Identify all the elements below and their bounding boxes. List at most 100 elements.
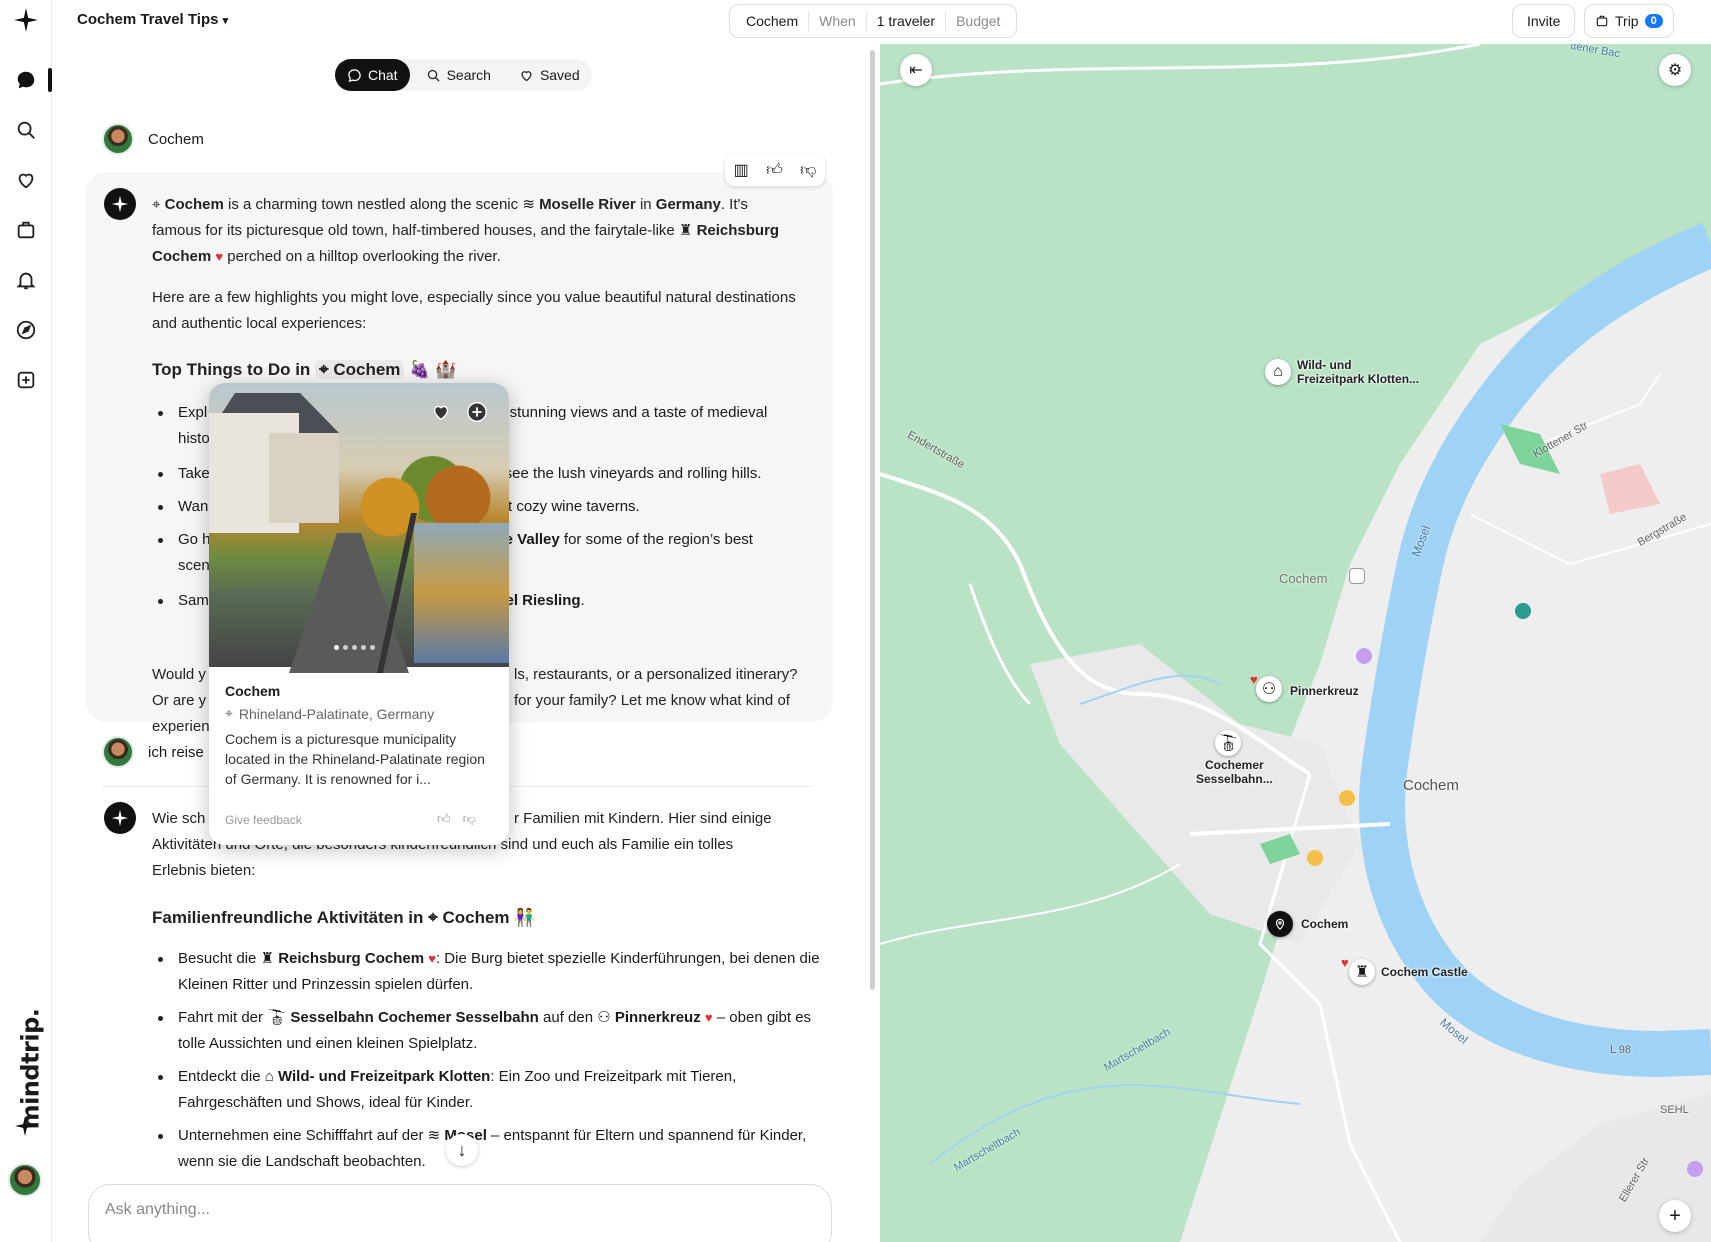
thumbs-up-icon[interactable]: 👍︎ (766, 161, 783, 180)
compass-icon[interactable] (12, 316, 40, 344)
train-station-icon[interactable] (1349, 568, 1365, 584)
trip-button[interactable]: Trip 0 (1584, 4, 1674, 38)
restaurant-poi-icon[interactable] (1307, 850, 1323, 866)
chat-scrollbar[interactable] (870, 50, 875, 990)
heart-icon (521, 70, 532, 81)
map-settings-icon[interactable]: ⚙ (1659, 54, 1691, 86)
heading-text: Familienfreundliche Aktivitäten in (152, 908, 424, 927)
chairlift-icon: 🚡︎ (267, 1009, 291, 1026)
poi-label-pinnerkreuz[interactable]: Pinnerkreuz (1290, 684, 1359, 698)
user-message: ich reise (102, 736, 204, 768)
castle-pin-icon[interactable]: ♜ (1349, 959, 1375, 985)
chairlift-pin-icon[interactable]: 🚡︎ (1215, 730, 1241, 756)
ai-avatar-icon (104, 188, 136, 220)
thumbs-down-icon[interactable]: 👎︎ (800, 161, 816, 180)
ai-paragraph-2: Here are a few highlights you might love… (152, 289, 796, 332)
place-preview-card[interactable]: Cochem ⌖ Rhineland-Palatinate, Germany Co… (209, 383, 509, 845)
filter-budget[interactable]: Budget (946, 11, 1010, 31)
place-link-pinnerkreuz[interactable]: Pinnerkreuz (615, 1009, 701, 1026)
tab-saved-label: Saved (539, 67, 580, 83)
avatar (102, 736, 134, 768)
castle-icon: ♜ (678, 222, 693, 239)
brand-text: mindtrip. (16, 1008, 45, 1130)
photo-carousel-dots[interactable] (334, 645, 375, 650)
trip-filter-bar: Cochem When 1 traveler Budget (729, 4, 1018, 38)
conversation-title[interactable]: Cochem Travel Tips ▾ (77, 11, 228, 28)
heart-icon[interactable] (12, 166, 40, 194)
invite-button[interactable]: Invite (1512, 4, 1576, 38)
filter-travelers[interactable]: 1 traveler (867, 11, 947, 31)
scroll-down-arrow-icon[interactable]: ↓ (446, 1134, 478, 1166)
search-icon[interactable] (12, 116, 40, 144)
give-feedback-label: Give feedback (225, 813, 302, 827)
location-pin-icon[interactable] (1267, 911, 1293, 937)
river-icon: ≋ (522, 196, 535, 213)
poi-label-castle[interactable]: Cochem Castle (1381, 965, 1468, 979)
pin-icon: ⌖ (225, 705, 233, 721)
place-photo[interactable] (209, 383, 509, 673)
text-span: perched on a hilltop overlooking the riv… (223, 248, 501, 265)
place-link-germany[interactable]: Germany (656, 196, 721, 213)
tab-search[interactable]: Search (414, 59, 503, 91)
tab-search-label: Search (446, 67, 491, 83)
popup-feedback-buttons: 👍︎ 👎︎ (437, 811, 476, 827)
zoo-pin-icon[interactable]: ⌂ (1265, 359, 1291, 385)
thumbs-down-icon[interactable]: 👎︎ (463, 811, 476, 827)
place-description: Cochem is a picturesque municipality loc… (225, 731, 485, 787)
add-square-icon[interactable] (12, 366, 40, 394)
tab-saved[interactable]: Saved (507, 59, 592, 91)
place-chip-cochem[interactable]: ⌖ Cochem (315, 360, 405, 379)
river-icon: ≋ (427, 1127, 445, 1144)
poi-label-cochem[interactable]: Cochem (1301, 917, 1348, 931)
district-label: SEHL (1660, 1104, 1689, 1116)
thumbs-up-icon[interactable]: 👍︎ (437, 811, 451, 827)
place-link-reichsburg[interactable]: Reichsburg Cochem (278, 950, 424, 967)
pin-icon: ⌖ (152, 196, 161, 213)
user-avatar[interactable] (8, 1163, 42, 1197)
section-heading-2: Familienfreundliche Aktivitäten in ⌖ Coc… (152, 905, 535, 931)
map-view-icon[interactable]: ▥ (734, 160, 749, 180)
poi-label-wildpark[interactable]: Wild- und Freizeitpark Klotten... (1297, 358, 1419, 386)
place-link-wildpark[interactable]: Wild- und Freizeitpark Klotten (278, 1068, 490, 1085)
zoom-in-icon[interactable]: + (1659, 1200, 1691, 1232)
text-span: in (635, 196, 656, 213)
chat-icon[interactable] (12, 66, 40, 94)
binoculars-pin-icon[interactable]: ⚇ (1256, 676, 1282, 702)
brand-wordmark: mindtrip. (8, 1009, 44, 1137)
bell-icon[interactable] (12, 266, 40, 294)
tab-chat[interactable]: Chat (335, 59, 410, 91)
mindtrip-logo-icon[interactable] (12, 6, 40, 34)
restaurant-poi-icon[interactable] (1339, 790, 1355, 806)
place-link-cochem[interactable]: Cochem (442, 908, 509, 927)
place-chip-label: Cochem (333, 360, 401, 379)
ai-avatar-icon (104, 802, 136, 834)
add-circle-icon[interactable] (465, 400, 489, 424)
suitcase-icon[interactable] (12, 216, 40, 244)
user-message: Cochem (102, 123, 204, 155)
hotel-poi-icon[interactable] (1356, 648, 1372, 664)
poi-label-sesselbahn[interactable]: Cochemer Sesselbahn... (1196, 758, 1273, 786)
save-heart-icon[interactable] (429, 400, 453, 424)
heart-icon: ♥ (704, 1010, 713, 1025)
filter-destination[interactable]: Cochem (736, 11, 810, 31)
chat-composer[interactable]: Ask anything... (88, 1184, 832, 1242)
place-link-moselle[interactable]: Moselle River (539, 196, 636, 213)
list-item: Besucht die ♜ Reichsburg Cochem ♥: Die B… (152, 946, 832, 998)
hotel-poi-icon[interactable] (1687, 1161, 1703, 1177)
avatar (102, 123, 134, 155)
place-link-sesselbahn[interactable]: Sesselbahn Cochemer Sesselbahn (290, 1009, 538, 1026)
map-canvas[interactable] (880, 44, 1711, 1242)
filter-when[interactable]: When (809, 11, 867, 31)
museum-poi-icon[interactable] (1515, 603, 1531, 619)
road-label: L 98 (1610, 1044, 1632, 1056)
place-name: Cochem (225, 683, 281, 699)
composer-placeholder: Ask anything... (105, 1201, 210, 1218)
map-panel[interactable]: ⇤ ⚙ + ⌂ Wild- und Freizeitpark Klotten..… (880, 44, 1711, 1242)
chat-bubble-icon (348, 68, 361, 82)
trip-count-badge: 0 (1644, 14, 1663, 28)
ai2-list: Besucht die ♜ Reichsburg Cochem ♥: Die B… (152, 946, 832, 1182)
place-link-cochem[interactable]: Cochem (165, 196, 224, 213)
collapse-map-icon[interactable]: ⇤ (900, 54, 932, 86)
mode-tabs: Chat Search Saved (335, 59, 592, 91)
saved-heart-icon: ♥ (1250, 672, 1258, 687)
